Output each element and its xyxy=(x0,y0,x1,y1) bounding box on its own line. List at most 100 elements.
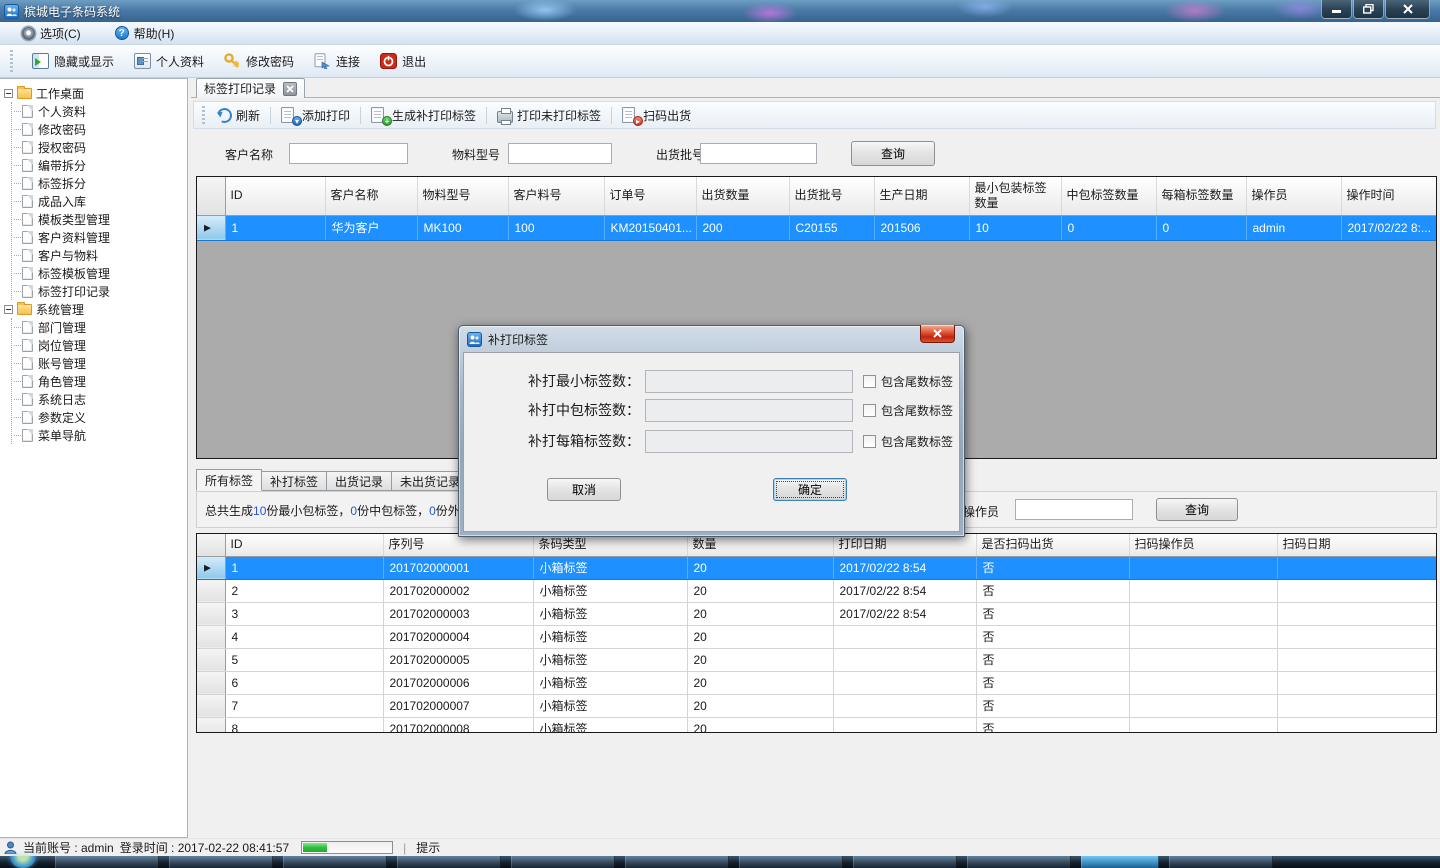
column-header[interactable]: 出货数量 xyxy=(696,177,789,215)
tree-item[interactable]: 岗位管理 xyxy=(14,336,187,354)
column-header[interactable]: ID xyxy=(225,177,325,215)
customer-name-input[interactable] xyxy=(289,143,408,164)
taskbar-button[interactable] xyxy=(283,856,387,868)
taskbar-button-active[interactable] xyxy=(1081,856,1159,868)
tree-item[interactable]: 部门管理 xyxy=(14,318,187,336)
toggle-panel-button[interactable]: 隐藏或显示 xyxy=(29,51,117,72)
column-header[interactable]: 物料型号 xyxy=(417,177,508,215)
tab-all-labels[interactable]: 所有标签 xyxy=(196,469,262,491)
include-tail-checkbox[interactable] xyxy=(863,375,876,388)
taskbar-button[interactable] xyxy=(397,856,501,868)
min-label-count-input[interactable] xyxy=(645,370,853,393)
material-model-input[interactable] xyxy=(508,143,612,164)
tree-item[interactable]: 角色管理 xyxy=(14,372,187,390)
taskbar-button[interactable] xyxy=(511,856,615,868)
column-header[interactable]: 条码类型 xyxy=(533,534,687,556)
tree-item[interactable]: 个人资料 xyxy=(14,102,187,120)
change-password-button[interactable]: 修改密码 xyxy=(221,51,297,72)
column-header[interactable]: ID xyxy=(225,534,383,556)
tree-item[interactable]: 成品入库 xyxy=(14,192,187,210)
print-unprinted-button[interactable]: 打印未打印标签 xyxy=(493,105,605,126)
table-row[interactable]: 8 201702000008 小箱标签 20 否 xyxy=(197,717,1436,733)
column-header[interactable]: 扫码操作员 xyxy=(1129,534,1277,556)
cancel-button[interactable]: 取消 xyxy=(547,478,621,501)
column-header[interactable]: 序列号 xyxy=(383,534,533,556)
taskbar-button[interactable] xyxy=(55,856,159,868)
tab-close-icon[interactable] xyxy=(283,82,297,96)
exit-button[interactable]: 退出 xyxy=(377,51,429,72)
tree-item[interactable]: 系统日志 xyxy=(14,390,187,408)
column-header[interactable]: 出货批号 xyxy=(789,177,874,215)
column-header[interactable]: 操作员 xyxy=(1246,177,1341,215)
table-row[interactable]: 4 201702000004 小箱标签 20 否 xyxy=(197,625,1436,648)
mid-label-count-input[interactable] xyxy=(645,399,853,422)
taskbar-button[interactable] xyxy=(739,856,843,868)
menu-options[interactable]: 选项(C) xyxy=(18,23,85,44)
tree-item[interactable]: 修改密码 xyxy=(14,120,187,138)
tab-label-print-records[interactable]: 标签打印记录 xyxy=(196,78,305,98)
table-row[interactable]: 2 201702000002 小箱标签 20 2017/02/22 8:54 否 xyxy=(197,579,1436,602)
tab-shipment-records[interactable]: 出货记录 xyxy=(327,471,392,491)
column-header[interactable]: 操作时间 xyxy=(1341,177,1436,215)
tree-item[interactable]: 标签模板管理 xyxy=(14,264,187,282)
table-row[interactable]: 1 华为客户 MK100 100 KM20150401... 200 C2015… xyxy=(197,215,1436,240)
status-bar: 当前账号 : admin 登录时间 : 2017-02-22 08:41:57 … xyxy=(0,838,1440,856)
table-row[interactable]: 6 201702000006 小箱标签 20 否 xyxy=(197,671,1436,694)
profile-button[interactable]: 个人资料 xyxy=(131,51,207,72)
column-header[interactable]: 客户料号 xyxy=(508,177,604,215)
column-header[interactable]: 数量 xyxy=(687,534,833,556)
tree-item[interactable]: 标签拆分 xyxy=(14,174,187,192)
tree-item[interactable]: 账号管理 xyxy=(14,354,187,372)
column-header[interactable]: 客户名称 xyxy=(325,177,417,215)
tree-item[interactable]: 客户资料管理 xyxy=(14,228,187,246)
operator-input[interactable] xyxy=(1015,499,1133,520)
tree-item[interactable]: 模板类型管理 xyxy=(14,210,187,228)
column-header[interactable]: 最小包装标签数量 xyxy=(969,177,1061,215)
dialog-close-button[interactable] xyxy=(920,325,955,343)
tree-group-workdesk[interactable]: 工作桌面 xyxy=(4,84,187,102)
table-row[interactable]: 7 201702000007 小箱标签 20 否 xyxy=(197,694,1436,717)
tree-item[interactable]: 标签打印记录 xyxy=(14,282,187,300)
tree-group-system[interactable]: 系统管理 xyxy=(4,300,187,318)
connect-button[interactable]: 连接 xyxy=(311,51,363,72)
tree-item[interactable]: 菜单导航 xyxy=(14,426,187,444)
taskbar-button[interactable] xyxy=(625,856,729,868)
taskbar-button[interactable] xyxy=(853,856,957,868)
query-button[interactable]: 查询 xyxy=(851,141,935,166)
taskbar-button[interactable] xyxy=(1169,856,1273,868)
column-header[interactable]: 中包标签数量 xyxy=(1061,177,1156,215)
collapse-icon[interactable] xyxy=(4,89,13,98)
menu-help[interactable]: 帮助(H) xyxy=(111,23,179,44)
column-header[interactable]: 扫码日期 xyxy=(1277,534,1436,556)
restore-button[interactable] xyxy=(1353,0,1384,19)
column-header[interactable]: 打印日期 xyxy=(833,534,976,556)
table-row[interactable]: 1 201702000001 小箱标签 20 2017/02/22 8:54 否 xyxy=(197,556,1436,579)
taskbar-button[interactable] xyxy=(967,856,1071,868)
minimize-button[interactable] xyxy=(1321,0,1352,19)
tree-item[interactable]: 授权密码 xyxy=(14,138,187,156)
taskbar-button[interactable] xyxy=(169,856,273,868)
table-row[interactable]: 5 201702000005 小箱标签 20 否 xyxy=(197,648,1436,671)
add-print-button[interactable]: ▾ 添加打印 xyxy=(277,105,354,126)
include-tail-checkbox[interactable] xyxy=(863,435,876,448)
shipment-batch-input[interactable] xyxy=(700,143,817,164)
detail-query-button[interactable]: 查询 xyxy=(1156,498,1238,521)
tab-reprint-labels[interactable]: 补打标签 xyxy=(262,471,327,491)
start-button[interactable] xyxy=(10,856,36,868)
scan-shipment-button[interactable]: ▸ 扫码出货 xyxy=(618,105,695,126)
box-label-count-input[interactable] xyxy=(645,430,853,453)
column-header[interactable]: 订单号 xyxy=(604,177,696,215)
tree-item[interactable]: 参数定义 xyxy=(14,408,187,426)
include-tail-checkbox[interactable] xyxy=(863,404,876,417)
table-row[interactable]: 3 201702000003 小箱标签 20 2017/02/22 8:54 否 xyxy=(197,602,1436,625)
column-header[interactable]: 生产日期 xyxy=(874,177,969,215)
column-header[interactable]: 是否扫码出货 xyxy=(976,534,1129,556)
tree-item[interactable]: 客户与物料 xyxy=(14,246,187,264)
refresh-button[interactable]: 刷新 xyxy=(213,105,264,126)
collapse-icon[interactable] xyxy=(4,305,13,314)
ok-button[interactable]: 确定 xyxy=(773,478,847,501)
column-header[interactable]: 每箱标签数量 xyxy=(1156,177,1246,215)
close-button[interactable] xyxy=(1385,0,1430,19)
tree-item[interactable]: 编带拆分 xyxy=(14,156,187,174)
generate-reprint-button[interactable]: + 生成补打印标签 xyxy=(367,105,480,126)
